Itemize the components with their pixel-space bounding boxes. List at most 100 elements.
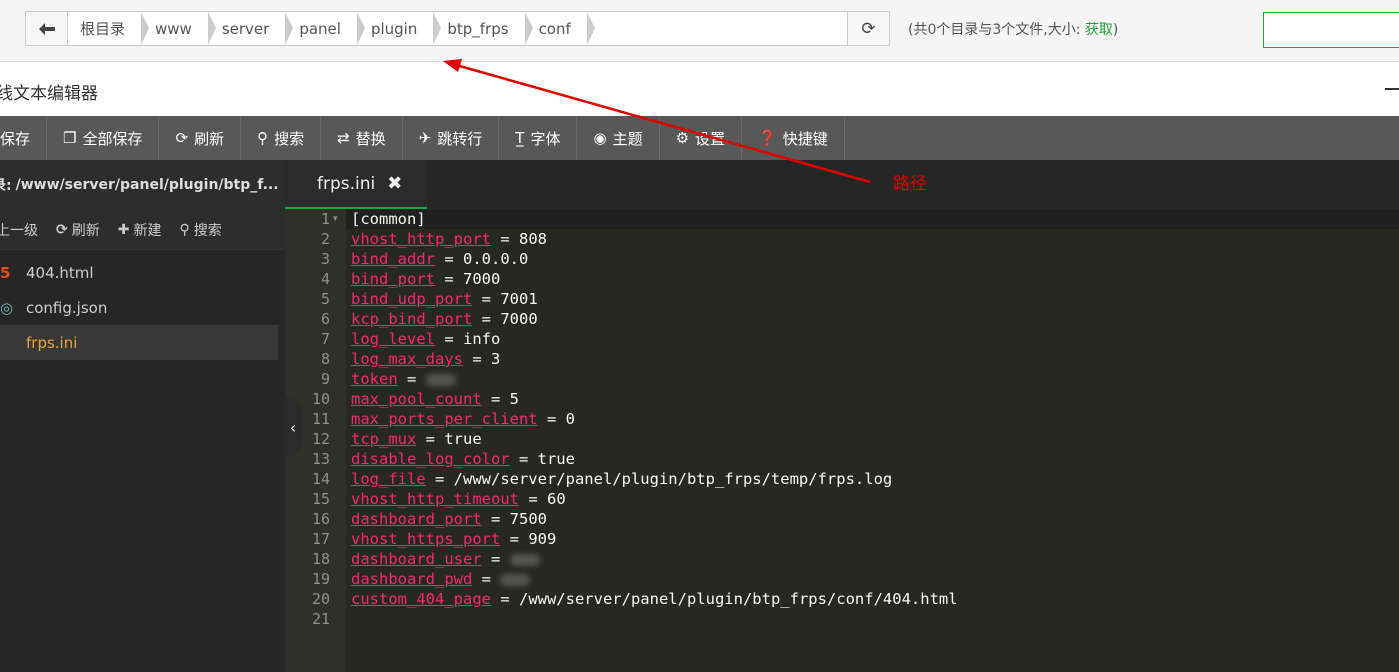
- code-key: dashboard_port: [351, 510, 482, 528]
- code-value: 3: [490, 350, 501, 368]
- sidebar-refresh-label: 刷新: [71, 222, 100, 239]
- code-operator: =: [472, 290, 501, 308]
- code-line: dashboard_user =: [351, 549, 540, 569]
- json-icon: ◎: [0, 298, 14, 317]
- code-key: custom_404_page: [351, 590, 491, 608]
- code-line: bind_udp_port = 7001: [351, 289, 538, 309]
- shortcuts-button[interactable]: ❓ 快捷键: [742, 116, 845, 160]
- breadcrumb-item-panel[interactable]: panel: [287, 12, 365, 45]
- code-operator: =: [472, 310, 501, 328]
- save-button[interactable]: 保存: [0, 116, 48, 160]
- file-search-input[interactable]: [1263, 12, 1399, 48]
- code-line: max_pool_count = 5: [351, 389, 519, 409]
- back-button[interactable]: [26, 12, 68, 45]
- redacted-value: [509, 553, 540, 566]
- settings-button[interactable]: ⚙ 设置: [660, 116, 743, 160]
- file-item-404-html[interactable]: 5 404.html: [0, 255, 285, 290]
- line-number: 1: [320, 210, 330, 228]
- code-operator: =: [481, 390, 510, 408]
- breadcrumb-item-root[interactable]: 根目录: [68, 12, 150, 45]
- line-number: 8: [320, 350, 330, 368]
- code-key: bind_udp_port: [351, 290, 473, 308]
- search-button[interactable]: ⚲ 搜索: [241, 116, 322, 160]
- code-key: tcp_mux: [351, 430, 417, 448]
- sidebar-search-label: 搜索: [193, 222, 222, 239]
- refresh-icon: ⟳: [175, 129, 189, 147]
- settings-label: 设置: [695, 129, 726, 148]
- breadcrumb-item-plugin[interactable]: plugin: [359, 12, 442, 45]
- file-item-config-json[interactable]: ◎ config.json: [0, 290, 285, 325]
- refresh-button[interactable]: ⟳ 刷新: [159, 116, 242, 160]
- minimize-button[interactable]: [1385, 88, 1399, 90]
- code-key: max_ports_per_client: [351, 410, 538, 428]
- replace-button[interactable]: ⇄ 替换: [321, 116, 403, 160]
- goto-line-button[interactable]: ✈ 跳转行: [403, 116, 500, 160]
- refresh-path-button[interactable]: ⟳: [847, 12, 889, 45]
- font-button[interactable]: T̲ 字体: [499, 116, 578, 160]
- parent-dir-button[interactable]: 上一级: [0, 220, 38, 240]
- code-editor[interactable]: 1 ▾ [common] 2 vhost_http_port = 808 3 bind_ad…: [285, 209, 1399, 672]
- arrow-left-icon: [38, 22, 55, 35]
- fold-icon[interactable]: ▾: [333, 209, 338, 229]
- code-key: vhost_https_port: [351, 530, 501, 548]
- code-key: kcp_bind_port: [351, 310, 473, 328]
- collapse-sidebar-button[interactable]: ‹: [284, 396, 302, 458]
- search-label: 搜索: [274, 129, 305, 148]
- code-operator: =: [490, 230, 519, 248]
- line-number: 4: [320, 270, 330, 288]
- breadcrumb-item-www[interactable]: www: [143, 12, 216, 45]
- code-value: /www/server/panel/plugin/btp_frps/conf/4…: [518, 590, 958, 608]
- get-size-link[interactable]: 获取: [1085, 22, 1113, 38]
- file-name: frps.ini: [26, 333, 78, 352]
- theme-button[interactable]: ◉ 主题: [577, 116, 660, 160]
- code-value: 7000: [463, 270, 501, 288]
- code-value: 7001: [500, 290, 538, 308]
- code-line: log_level = info: [351, 329, 500, 349]
- sidebar-search-button[interactable]: ⚲ 搜索: [179, 220, 221, 240]
- sidebar-refresh-button[interactable]: ⟳ 刷新: [56, 220, 100, 240]
- line-number: 9: [320, 370, 330, 388]
- plus-icon: ✚: [117, 221, 130, 238]
- breadcrumb-item-conf[interactable]: conf: [527, 12, 596, 45]
- file-sidebar: 录: /www/server/panel/plugin/btp_f... 上一级…: [0, 160, 285, 672]
- code-line: dashboard_pwd =: [351, 569, 531, 589]
- code-operator: =: [435, 250, 463, 268]
- editor-titlebar: 线文本编辑器: [0, 62, 1399, 116]
- code-operator: =: [509, 450, 538, 468]
- code-value: 7000: [500, 310, 538, 328]
- line-number: 2: [320, 230, 330, 248]
- breadcrumb-item-server[interactable]: server: [210, 12, 294, 45]
- editor-toolbar: 保存 ❐ 全部保存 ⟳ 刷新 ⚲ 搜索 ⇄ 替换 ✈ 跳转行 T̲ 字体 ◉ 主题 ⚙ 设置 ❓…: [0, 116, 1399, 160]
- code-key: dashboard_pwd: [351, 570, 473, 588]
- refresh-label: 刷新: [194, 129, 225, 148]
- sidebar-path: 录: /www/server/panel/plugin/btp_f...: [0, 160, 285, 210]
- tab-label: frps.ini: [317, 173, 376, 194]
- code-line: log_max_days = 3: [351, 349, 500, 369]
- file-name: config.json: [26, 298, 108, 317]
- tab-frps-ini[interactable]: frps.ini ✖: [285, 160, 427, 209]
- code-key: dashboard_user: [351, 550, 482, 568]
- code-line: custom_404_page = /www/server/panel/plug…: [351, 589, 958, 609]
- breadcrumb-item-btp-frps[interactable]: btp_frps: [435, 12, 533, 45]
- code-value: true: [444, 430, 482, 448]
- code-line: max_ports_per_client = 0: [351, 409, 575, 429]
- font-label: 字体: [530, 129, 561, 148]
- new-file-button[interactable]: ✚ 新建: [118, 220, 162, 240]
- code-key: max_pool_count: [351, 390, 482, 408]
- code-key: disable_log_color: [351, 450, 510, 468]
- sidebar-actions: 上一级 ⟳ 刷新 ✚ 新建 ⚲ 搜索: [0, 210, 285, 250]
- close-icon[interactable]: ✖: [387, 173, 402, 194]
- new-file-label: 新建: [133, 222, 162, 239]
- font-icon: T̲: [515, 129, 525, 147]
- gear-icon: ⚙: [675, 129, 690, 147]
- redacted-value: [500, 573, 531, 586]
- editor-window: 根目录 www server panel plugin btp_frps con…: [0, 0, 1399, 672]
- editor-title: 线文本编辑器: [0, 84, 98, 104]
- replace-label: 替换: [355, 129, 386, 148]
- save-all-label: 全部保存: [82, 129, 143, 148]
- code-line: vhost_http_port = 808: [351, 229, 547, 249]
- code-key: log_file: [351, 470, 426, 488]
- save-all-button[interactable]: ❐ 全部保存: [47, 116, 160, 160]
- file-item-frps-ini[interactable]: frps.ini: [0, 325, 278, 360]
- file-name: 404.html: [26, 263, 94, 282]
